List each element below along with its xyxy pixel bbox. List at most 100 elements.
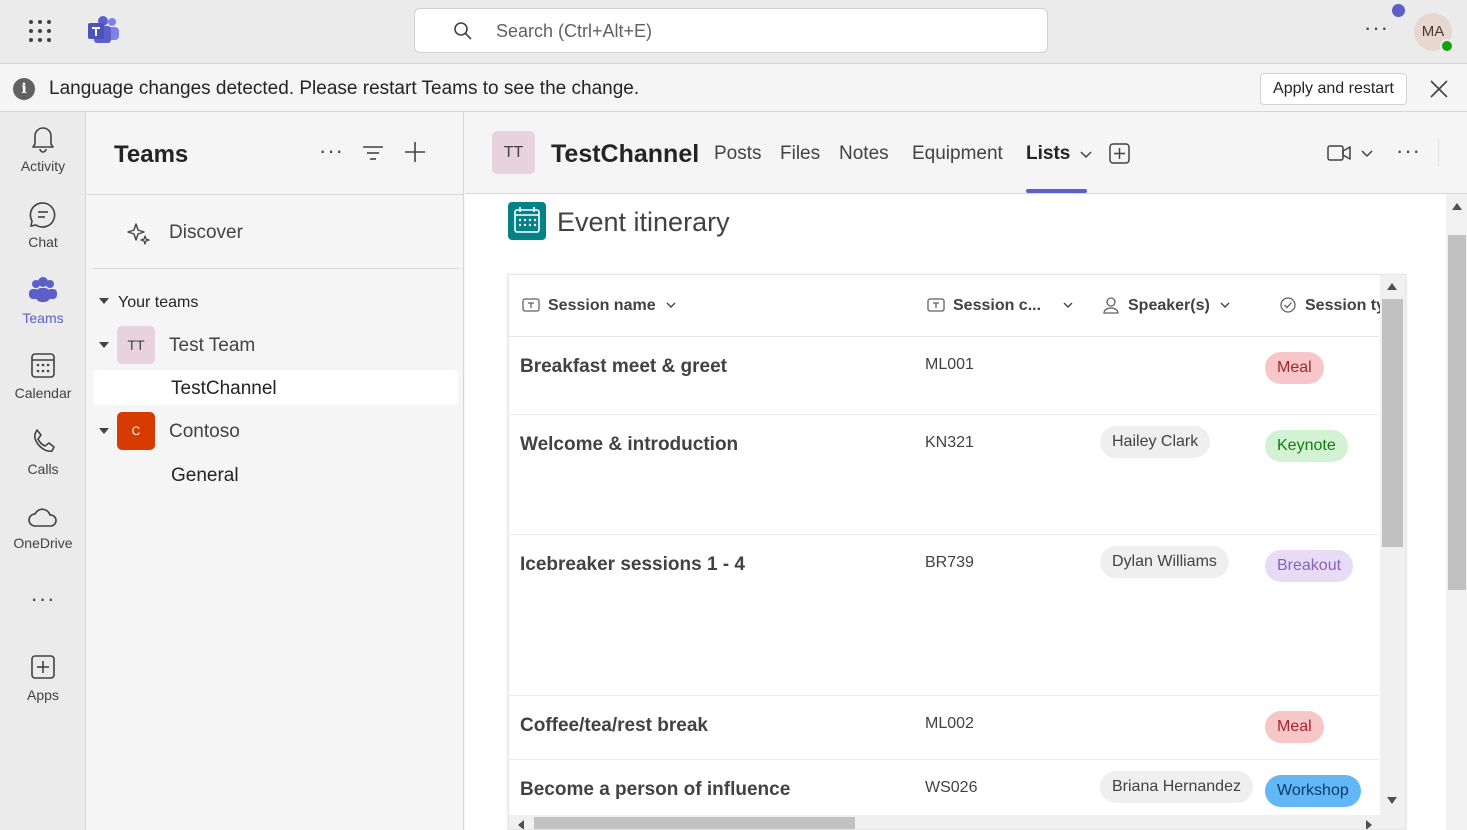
- team-item-contoso[interactable]: [99, 422, 118, 444]
- more-apps-icon[interactable]: ···: [0, 586, 86, 612]
- caret-down-icon: [99, 341, 109, 348]
- column-header-session-code[interactable]: Session c...: [927, 275, 1081, 336]
- video-camera-icon[interactable]: [1327, 144, 1351, 162]
- column-label: Session name: [548, 297, 656, 314]
- session-code: ML001: [925, 356, 974, 373]
- channel-item-testchannel[interactable]: TestChannel: [171, 378, 277, 400]
- table-row[interactable]: Coffee/tea/rest break ML002 Meal: [509, 696, 1379, 760]
- tab-notes[interactable]: Notes: [839, 143, 889, 165]
- language-change-banner: i Language changes detected. Please rest…: [0, 65, 1467, 112]
- table-row[interactable]: Icebreaker sessions 1 - 4 BR739 Dylan Wi…: [509, 535, 1379, 696]
- chevron-down-icon: [1080, 151, 1092, 159]
- user-avatar[interactable]: MA: [1414, 13, 1454, 53]
- scroll-up-arrow-icon[interactable]: [1452, 203, 1462, 210]
- search-icon: [454, 22, 472, 40]
- rail-label: OneDrive: [13, 535, 73, 551]
- team-item-test-team[interactable]: [99, 336, 118, 358]
- column-label: Session ty: [1305, 297, 1386, 314]
- caret-down-icon: [99, 427, 109, 434]
- session-code: ML002: [925, 715, 974, 732]
- scroll-right-arrow-icon[interactable]: [1366, 820, 1372, 829]
- rail-label: Apps: [27, 687, 59, 703]
- rail-item-calendar[interactable]: Calendar: [0, 351, 86, 401]
- add-tab-icon[interactable]: [1109, 143, 1130, 164]
- session-name: Breakfast meet & greet: [520, 356, 727, 377]
- chat-icon: [29, 202, 56, 228]
- session-type-chip: Workshop: [1265, 775, 1361, 807]
- rail-item-activity[interactable]: Activity: [0, 124, 86, 174]
- column-header-speakers[interactable]: Speaker(s): [1102, 275, 1238, 336]
- rail-label: Calendar: [14, 385, 72, 401]
- tab-equipment[interactable]: Equipment: [912, 143, 1003, 165]
- active-tab-indicator: [1026, 189, 1087, 193]
- discover-item[interactable]: Discover: [127, 219, 427, 249]
- chevron-down-icon[interactable]: [1361, 148, 1373, 158]
- bell-icon: [32, 127, 54, 153]
- rail-label: Calls: [27, 461, 59, 477]
- presence-available-icon: [1440, 39, 1454, 53]
- rail-label: Chat: [28, 234, 58, 250]
- title-bar: Search (Ctrl+Alt+E) ··· MA: [0, 0, 1467, 64]
- chevron-down-icon: [1063, 302, 1073, 308]
- scroll-up-arrow-icon[interactable]: [1387, 283, 1397, 290]
- more-options-icon[interactable]: ···: [1364, 17, 1392, 42]
- divider: [93, 268, 459, 269]
- discover-label: Discover: [169, 222, 243, 243]
- scroll-down-arrow-icon[interactable]: [1387, 797, 1397, 804]
- column-header-session-type[interactable]: Session ty: [1279, 275, 1385, 336]
- rail-item-apps[interactable]: Apps: [0, 653, 86, 703]
- list-grid: Session name Session c... Speaker(s) Ses…: [508, 274, 1406, 830]
- scroll-left-arrow-icon[interactable]: [518, 820, 524, 829]
- speaker-chip: Hailey Clark: [1100, 426, 1211, 458]
- channel-item-general[interactable]: General: [171, 465, 239, 487]
- team-name[interactable]: Contoso: [169, 421, 240, 443]
- team-avatar: C: [117, 412, 155, 450]
- channel-main: TT TestChannel Posts Files Notes Equipme…: [465, 112, 1467, 830]
- app-launcher-icon[interactable]: [28, 19, 52, 43]
- choice-column-icon: [1280, 297, 1296, 313]
- session-name: Coffee/tea/rest break: [520, 715, 708, 736]
- table-row[interactable]: Breakfast meet & greet ML001 Meal: [509, 337, 1379, 415]
- rail-item-chat[interactable]: Chat: [0, 200, 86, 250]
- add-icon[interactable]: [404, 141, 426, 163]
- tab-files[interactable]: Files: [780, 143, 820, 165]
- rail-item-onedrive[interactable]: OneDrive: [0, 505, 86, 551]
- tab-lists[interactable]: Lists: [1026, 143, 1092, 165]
- more-options-icon[interactable]: ···: [319, 138, 344, 164]
- rail-item-calls[interactable]: Calls: [0, 427, 86, 477]
- search-box[interactable]: Search (Ctrl+Alt+E): [414, 8, 1048, 53]
- tab-lists-label: Lists: [1026, 143, 1071, 164]
- close-icon[interactable]: [1428, 78, 1450, 100]
- chevron-down-icon: [666, 302, 676, 308]
- column-header-session-name[interactable]: Session name: [522, 275, 684, 336]
- session-type-chip: Meal: [1265, 711, 1324, 743]
- search-placeholder: Search (Ctrl+Alt+E): [496, 21, 653, 41]
- filter-icon[interactable]: [362, 144, 384, 162]
- grid-horizontal-scroll-thumb[interactable]: [534, 817, 855, 829]
- session-type-chip: Breakout: [1265, 550, 1354, 582]
- channel-header: TT TestChannel Posts Files Notes Equipme…: [465, 112, 1467, 194]
- table-row[interactable]: Become a person of influence WS026 Brian…: [509, 760, 1379, 820]
- app-bar: Activity Chat Teams Calendar Calls OneDr…: [0, 112, 86, 830]
- speaker-chip: Briana Hernandez: [1100, 771, 1253, 803]
- grid-vertical-scroll-thumb[interactable]: [1382, 299, 1403, 547]
- team-avatar: TT: [117, 326, 155, 364]
- tab-posts[interactable]: Posts: [714, 143, 762, 165]
- your-teams-header[interactable]: Your teams: [99, 294, 198, 312]
- text-column-icon: [522, 298, 540, 312]
- more-options-icon[interactable]: ···: [1396, 138, 1421, 164]
- speaker-chip: Dylan Williams: [1100, 546, 1229, 578]
- page-vertical-scroll-thumb[interactable]: [1448, 235, 1466, 590]
- calendar-icon: [31, 353, 55, 378]
- column-label: Session c...: [953, 297, 1042, 314]
- divider: [1438, 139, 1439, 167]
- team-name[interactable]: Test Team: [169, 335, 255, 357]
- info-icon: i: [13, 78, 35, 100]
- apply-and-restart-button[interactable]: Apply and restart: [1260, 73, 1407, 105]
- cloud-icon: [28, 508, 57, 527]
- notification-dot: [1392, 4, 1405, 17]
- rail-item-teams[interactable]: Teams: [0, 276, 86, 326]
- teams-icon: [29, 277, 57, 302]
- session-name: Welcome & introduction: [520, 434, 739, 455]
- table-row[interactable]: Welcome & introduction KN321 Hailey Clar…: [509, 415, 1379, 535]
